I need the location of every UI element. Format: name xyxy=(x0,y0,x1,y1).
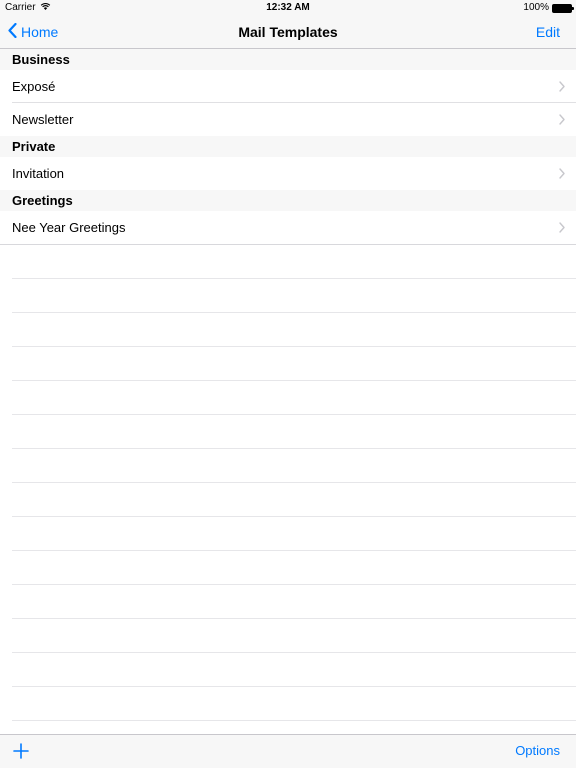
bottom-toolbar: Options xyxy=(0,734,576,768)
options-button[interactable]: Options xyxy=(515,735,560,767)
list-item-label: Nee Year Greetings xyxy=(12,220,126,235)
chevron-right-icon xyxy=(559,168,565,179)
screen: Carrier 12:32 AM 100% Home Mail Template… xyxy=(0,0,576,768)
status-right: 100% xyxy=(523,0,574,16)
status-time: 12:32 AM xyxy=(266,2,310,13)
battery-percent: 100% xyxy=(523,2,549,13)
chevron-right-icon xyxy=(559,114,565,125)
empty-row xyxy=(12,483,576,517)
empty-row xyxy=(12,245,576,279)
list-item-expose[interactable]: Exposé xyxy=(0,70,576,103)
section-header-business: Business xyxy=(0,49,576,70)
empty-row xyxy=(12,721,576,734)
empty-row xyxy=(12,551,576,585)
status-bar: Carrier 12:32 AM 100% xyxy=(0,0,576,16)
empty-row xyxy=(12,279,576,313)
empty-row xyxy=(12,619,576,653)
list-item-invitation[interactable]: Invitation xyxy=(0,157,576,190)
list-item-label: Exposé xyxy=(12,79,56,94)
section-header-private: Private xyxy=(0,136,576,157)
template-list: Business Exposé Newsletter Private Invit… xyxy=(0,49,576,734)
empty-row xyxy=(12,585,576,619)
empty-row xyxy=(12,517,576,551)
empty-row xyxy=(12,313,576,347)
empty-row xyxy=(12,687,576,721)
list-item-label: Invitation xyxy=(12,166,65,181)
section-header-greetings: Greetings xyxy=(0,190,576,211)
page-title: Mail Templates xyxy=(238,24,338,40)
empty-rows xyxy=(0,245,576,734)
empty-row xyxy=(12,415,576,449)
empty-row xyxy=(12,347,576,381)
empty-row xyxy=(12,653,576,687)
list-item-newsletter[interactable]: Newsletter xyxy=(0,103,576,136)
empty-row xyxy=(12,449,576,483)
plus-icon xyxy=(13,743,29,759)
navigation-bar: Home Mail Templates Edit xyxy=(0,16,576,49)
chevron-right-icon xyxy=(559,81,565,92)
empty-row xyxy=(12,381,576,415)
battery-icon xyxy=(552,3,574,13)
edit-button[interactable]: Edit xyxy=(536,16,560,48)
list-item-label: Newsletter xyxy=(12,112,74,127)
list-item-new-year-greetings[interactable]: Nee Year Greetings xyxy=(0,211,576,245)
add-button[interactable] xyxy=(13,743,29,759)
chevron-right-icon xyxy=(559,222,565,233)
